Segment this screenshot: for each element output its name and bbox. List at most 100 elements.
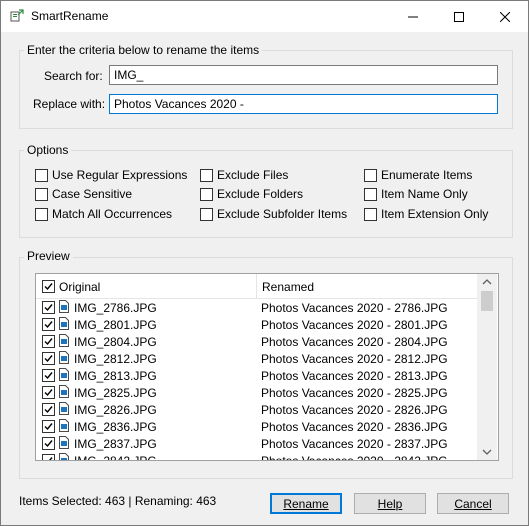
help-button[interactable]: Help [354, 493, 426, 514]
column-separator[interactable] [256, 274, 257, 298]
options-group-title: Options [24, 143, 72, 157]
row-checkbox[interactable] [42, 318, 55, 331]
criteria-group-title: Enter the criteria below to rename the i… [24, 43, 263, 57]
case-sensitive-checkbox[interactable]: Case Sensitive [35, 187, 132, 201]
image-file-icon [59, 385, 69, 398]
checkbox-label: Item Name Only [381, 187, 468, 201]
table-row[interactable]: IMG_2812.JPG Photos Vacances 2020 - 2812.… [36, 350, 477, 367]
enumerate-items-checkbox[interactable]: Enumerate Items [364, 168, 472, 182]
checkbox-label: Item Extension Only [381, 207, 489, 221]
image-file-icon [59, 300, 69, 313]
checkmark-icon [44, 283, 53, 291]
checkbox-box [35, 168, 48, 182]
row-checkbox[interactable] [42, 420, 55, 433]
exclude-subfolder-items-checkbox[interactable]: Exclude Subfolder Items [200, 207, 347, 221]
table-row[interactable]: IMG_2836.JPG Photos Vacances 2020 - 2836.… [36, 418, 477, 435]
item-extension-only-checkbox[interactable]: Item Extension Only [364, 207, 488, 221]
original-filename: IMG_2786.JPG [74, 301, 157, 315]
table-row[interactable]: IMG_2842.JPG Photos Vacances 2020 - 2842.… [36, 452, 477, 461]
checkmark-icon [44, 338, 53, 346]
image-file-icon [59, 351, 69, 364]
checkmark-icon [44, 389, 53, 397]
replace-input[interactable]: Photos Vacances 2020 - [109, 94, 498, 114]
minimize-button[interactable] [390, 1, 436, 32]
preview-list[interactable]: Original Renamed IMG_2786.JPG Photos Vaca… [35, 273, 499, 461]
renamed-filename: Photos Vacances 2020 - 2804.JPG [261, 335, 448, 349]
cancel-button[interactable]: Cancel [437, 493, 509, 514]
preview-rows: IMG_2786.JPG Photos Vacances 2020 - 2786.… [36, 299, 477, 461]
checkmark-icon [44, 406, 53, 414]
image-file-icon [59, 453, 69, 460]
scroll-up-icon[interactable] [477, 274, 497, 290]
checkbox-label: Match All Occurrences [52, 207, 173, 221]
renamed-filename: Photos Vacances 2020 - 2842.JPG [261, 454, 448, 461]
image-file-icon [59, 436, 69, 449]
vertical-scrollbar[interactable] [477, 274, 497, 460]
original-filename: IMG_2813.JPG [74, 369, 157, 383]
renamed-filename: Photos Vacances 2020 - 2813.JPG [261, 369, 448, 383]
row-checkbox[interactable] [42, 386, 55, 399]
preview-group-title: Preview [24, 249, 73, 263]
checkbox-box [35, 207, 48, 221]
checkmark-icon [44, 423, 53, 431]
checkmark-icon [44, 440, 53, 448]
help-button-label: Help [377, 496, 403, 511]
checkbox-box [200, 207, 213, 221]
checkbox-box [35, 187, 48, 201]
row-checkbox[interactable] [42, 335, 55, 348]
search-input[interactable]: IMG_ [109, 65, 498, 85]
table-row[interactable]: IMG_2825.JPG Photos Vacances 2020 - 2825.… [36, 384, 477, 401]
table-row[interactable]: IMG_2837.JPG Photos Vacances 2020 - 2837.… [36, 435, 477, 452]
table-row[interactable]: IMG_2801.JPG Photos Vacances 2020 - 2801.… [36, 316, 477, 333]
table-row[interactable]: IMG_2786.JPG Photos Vacances 2020 - 2786.… [36, 299, 477, 316]
smartrename-window: SmartRename Enter the criteria below to … [0, 0, 529, 526]
cancel-button-label: Cancel [454, 496, 492, 511]
replace-label: Replace with: [33, 97, 106, 111]
rename-button[interactable]: Rename [270, 493, 342, 514]
close-button[interactable] [482, 1, 528, 32]
row-checkbox[interactable] [42, 352, 55, 365]
column-header-original[interactable]: Original [59, 280, 100, 294]
select-all-checkbox[interactable] [42, 280, 55, 293]
title-bar[interactable]: SmartRename [1, 1, 528, 32]
row-checkbox[interactable] [42, 369, 55, 382]
image-file-icon [59, 419, 69, 432]
renamed-filename: Photos Vacances 2020 - 2801.JPG [261, 318, 448, 332]
scroll-down-icon[interactable] [477, 444, 497, 460]
criteria-group [19, 50, 513, 129]
original-filename: IMG_2825.JPG [74, 386, 157, 400]
exclude-folders-checkbox[interactable]: Exclude Folders [200, 187, 303, 201]
original-filename: IMG_2812.JPG [74, 352, 157, 366]
checkbox-label: Exclude Files [217, 168, 289, 182]
scrollbar-thumb[interactable] [481, 291, 493, 311]
checkmark-icon [44, 304, 53, 312]
checkbox-label: Use Regular Expressions [52, 168, 188, 182]
row-checkbox[interactable] [42, 454, 55, 460]
checkmark-icon [44, 372, 53, 380]
renamed-filename: Photos Vacances 2020 - 2786.JPG [261, 301, 448, 315]
list-column-header: Original Renamed [36, 274, 477, 299]
table-row[interactable]: IMG_2804.JPG Photos Vacances 2020 - 2804.… [36, 333, 477, 350]
row-checkbox[interactable] [42, 403, 55, 416]
original-filename: IMG_2826.JPG [74, 403, 157, 417]
column-header-renamed[interactable]: Renamed [262, 280, 314, 294]
renamed-filename: Photos Vacances 2020 - 2812.JPG [261, 352, 448, 366]
checkbox-label: Case Sensitive [52, 187, 133, 201]
original-filename: IMG_2837.JPG [74, 437, 157, 451]
status-text: Items Selected: 463 | Renaming: 463 [19, 494, 217, 508]
original-filename: IMG_2804.JPG [74, 335, 157, 349]
use-regex-checkbox[interactable]: Use Regular Expressions [35, 168, 187, 182]
row-checkbox[interactable] [42, 437, 55, 450]
exclude-files-checkbox[interactable]: Exclude Files [200, 168, 288, 182]
smartrename-app-icon [10, 9, 24, 23]
renamed-filename: Photos Vacances 2020 - 2825.JPG [261, 386, 448, 400]
match-all-checkbox[interactable]: Match All Occurrences [35, 207, 172, 221]
maximize-button[interactable] [436, 1, 482, 32]
checkbox-box [200, 168, 213, 182]
table-row[interactable]: IMG_2813.JPG Photos Vacances 2020 - 2813.… [36, 367, 477, 384]
window-title: SmartRename [31, 9, 109, 23]
checkbox-box [364, 207, 377, 221]
table-row[interactable]: IMG_2826.JPG Photos Vacances 2020 - 2826.… [36, 401, 477, 418]
row-checkbox[interactable] [42, 301, 55, 314]
item-name-only-checkbox[interactable]: Item Name Only [364, 187, 468, 201]
